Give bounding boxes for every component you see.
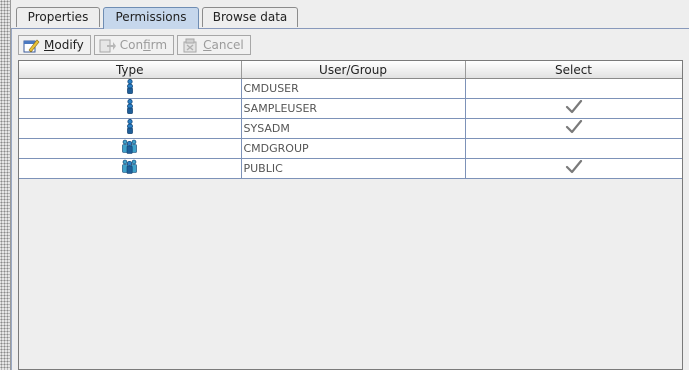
user-icon [125, 119, 135, 138]
cancel-label: Cancel [203, 38, 244, 52]
column-header-user-group[interactable]: User/Group [241, 61, 466, 79]
checkmark-icon [565, 119, 583, 136]
select-cell[interactable] [465, 78, 682, 99]
table-row[interactable]: CMDUSER [19, 78, 682, 99]
user-icon [125, 99, 135, 118]
user-group-cell: SAMPLEUSER [241, 98, 466, 119]
user-group-cell: SYSADM [241, 118, 466, 139]
modify-icon [23, 38, 40, 53]
window-frame: Properties Permissions Browse data Modif… [0, 0, 689, 370]
type-cell [19, 118, 242, 139]
select-cell[interactable] [465, 138, 682, 159]
permissions-panel: Modify Confirm Cancel Type User/Group Se… [11, 29, 689, 370]
checkmark-icon [565, 159, 583, 176]
cancel-icon [182, 38, 199, 53]
user-icon [125, 79, 135, 98]
select-cell[interactable] [465, 158, 682, 179]
modify-button[interactable]: Modify [18, 35, 91, 55]
cancel-button[interactable]: Cancel [177, 35, 251, 55]
column-header-type[interactable]: Type [19, 61, 242, 79]
confirm-icon [99, 38, 116, 53]
permissions-table: Type User/Group Select CMDUSER SAMPLEUSER… [19, 61, 682, 179]
checkmark-icon [565, 99, 583, 116]
select-cell[interactable] [465, 118, 682, 139]
tab-properties[interactable]: Properties [16, 7, 100, 27]
tab-permissions[interactable]: Permissions [103, 7, 199, 29]
group-icon [121, 159, 139, 178]
group-icon [121, 139, 139, 158]
user-group-cell: CMDGROUP [241, 138, 466, 159]
table-row[interactable]: SYSADM [19, 118, 682, 139]
type-cell [19, 98, 242, 119]
select-cell[interactable] [465, 98, 682, 119]
column-header-select[interactable]: Select [465, 61, 682, 79]
user-group-cell: PUBLIC [241, 158, 466, 179]
confirm-label: Confirm [119, 38, 168, 52]
type-cell [19, 78, 242, 99]
type-cell [19, 138, 242, 159]
split-pane-grip[interactable] [0, 0, 11, 370]
tab-bar: Properties Permissions Browse data [11, 6, 689, 29]
tab-browse-data[interactable]: Browse data [202, 7, 298, 27]
toolbar: Modify Confirm Cancel [18, 34, 254, 56]
table-row[interactable]: CMDGROUP [19, 138, 682, 159]
table-row[interactable]: SAMPLEUSER [19, 98, 682, 119]
permissions-table-container[interactable]: Type User/Group Select CMDUSER SAMPLEUSER… [18, 60, 683, 370]
user-group-cell: CMDUSER [241, 78, 466, 99]
table-row[interactable]: PUBLIC [19, 158, 682, 179]
modify-label: Modify [44, 38, 84, 52]
confirm-button[interactable]: Confirm [93, 35, 175, 55]
table-header-row: Type User/Group Select [19, 61, 682, 79]
type-cell [19, 158, 242, 179]
